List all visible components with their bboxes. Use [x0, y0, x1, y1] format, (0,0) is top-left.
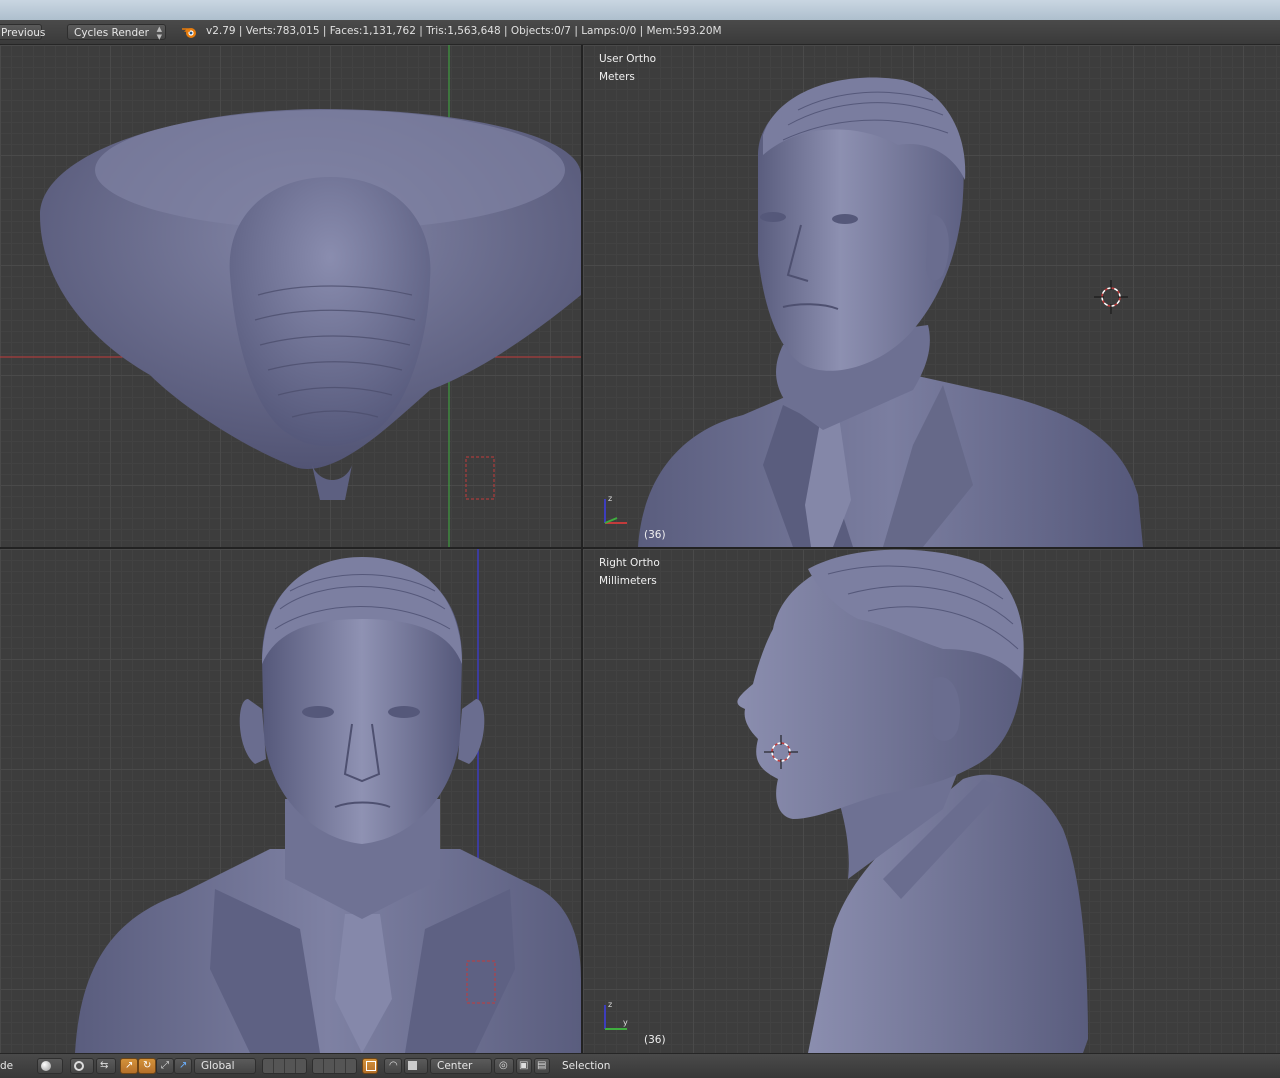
proportional-icon: ◠ [389, 1060, 398, 1071]
rotate-manipulator-button[interactable]: ↻ [138, 1058, 156, 1074]
viewport-divider-horizontal[interactable] [0, 547, 1280, 549]
snap-element-dropdown[interactable] [404, 1058, 428, 1074]
shading-sphere-icon [41, 1061, 51, 1071]
rotate-icon: ↻ [143, 1060, 152, 1071]
orientation-label: Global [201, 1060, 235, 1072]
left-ear-shape [239, 699, 266, 764]
target-icon: ◎ [499, 1060, 508, 1071]
frame-number: (36) [644, 1034, 666, 1046]
scale-icon: ⤢ [161, 1060, 169, 1071]
previous-screen-button[interactable]: Previous [0, 24, 45, 40]
left-eye [760, 212, 786, 222]
transform-orientation-dropdown[interactable]: Global [194, 1058, 256, 1074]
axis-gizmo-icon: z y [604, 1000, 628, 1030]
scale-manipulator-button[interactable]: ⤢ [156, 1058, 174, 1074]
viewport-top-view[interactable] [0, 45, 581, 547]
bust-front-view [75, 549, 581, 1053]
render-animation-button[interactable]: ▤ [534, 1058, 550, 1074]
3d-cursor-icon[interactable] [1094, 280, 1128, 314]
bust-three-quarter-view [638, 77, 1143, 547]
bust-side-view [737, 549, 1088, 1053]
snap-icon [408, 1061, 417, 1070]
blender-logo-icon [182, 28, 196, 38]
selection-label: Selection [562, 1060, 611, 1072]
3d-view-header: de ⇆ ↗ ↻ ⤢ ↗ Global ◠ Center ◎ ▣ ▤ Selec… [0, 1053, 1280, 1078]
proportional-edit-button[interactable]: ◠ [384, 1058, 402, 1074]
svg-text:z: z [608, 1000, 612, 1009]
camera-frame [465, 456, 495, 500]
left-eye [302, 706, 334, 718]
layer-buttons-1[interactable] [262, 1058, 307, 1074]
window-titlebar [0, 0, 1280, 20]
axis-gizmo-icon: z [604, 494, 627, 524]
pivot-icon [74, 1061, 84, 1071]
bust-top-view [0, 45, 581, 547]
mode-dropdown-label[interactable]: de [0, 1060, 13, 1072]
nose-tip-shape [312, 465, 352, 500]
film-icon: ▤ [537, 1060, 547, 1071]
render-engine-label: Cycles Render [74, 27, 149, 39]
viewport-right-ortho[interactable]: Right Ortho Millimeters z y (36) [583, 549, 1280, 1053]
translate-manipulator-button[interactable]: ↗ [120, 1058, 138, 1074]
layers-icon [366, 1061, 376, 1071]
viewport-user-ortho[interactable]: User Ortho Meters z (36) [583, 45, 1280, 547]
pivot-point-dropdown[interactable] [70, 1058, 94, 1074]
render-engine-dropdown[interactable]: Cycles Render ▲ ▼ [67, 24, 166, 41]
pivot-label: Center [437, 1060, 473, 1072]
right-eye [388, 706, 420, 718]
lock-layers-button[interactable] [362, 1058, 378, 1074]
manipulator-toggle[interactable]: ⇆ [96, 1058, 116, 1074]
right-eye [832, 214, 858, 224]
custom-manipulator-button[interactable]: ↗ [174, 1058, 192, 1074]
info-header: Previous Cycles Render ▲ ▼ v2.79 | Verts:… [0, 20, 1280, 45]
viewport-shading-dropdown[interactable] [37, 1058, 63, 1074]
manipulator-icon: ⇆ [100, 1060, 109, 1071]
render-icon: ▣ [519, 1060, 529, 1071]
torso-shape [638, 375, 1143, 547]
frame-number: (36) [644, 529, 666, 541]
move-arrow-icon: ↗ [125, 1060, 134, 1071]
scene-statistics: v2.79 | Verts:783,015 | Faces:1,131,762 … [206, 25, 722, 37]
layer-buttons-2[interactable] [312, 1058, 357, 1074]
snap-target-button[interactable]: ◎ [494, 1058, 514, 1074]
viewport-divider-vertical[interactable] [581, 45, 583, 1053]
viewport-front-view[interactable] [0, 549, 581, 1053]
pivot-center-dropdown[interactable]: Center [430, 1058, 492, 1074]
right-ear-shape [458, 699, 485, 764]
svg-text:y: y [623, 1018, 628, 1027]
arrow-icon: ↗ [179, 1060, 188, 1071]
dropdown-arrows-icon: ▲ ▼ [156, 25, 162, 41]
svg-text:z: z [608, 494, 612, 503]
render-preview-button[interactable]: ▣ [516, 1058, 532, 1074]
